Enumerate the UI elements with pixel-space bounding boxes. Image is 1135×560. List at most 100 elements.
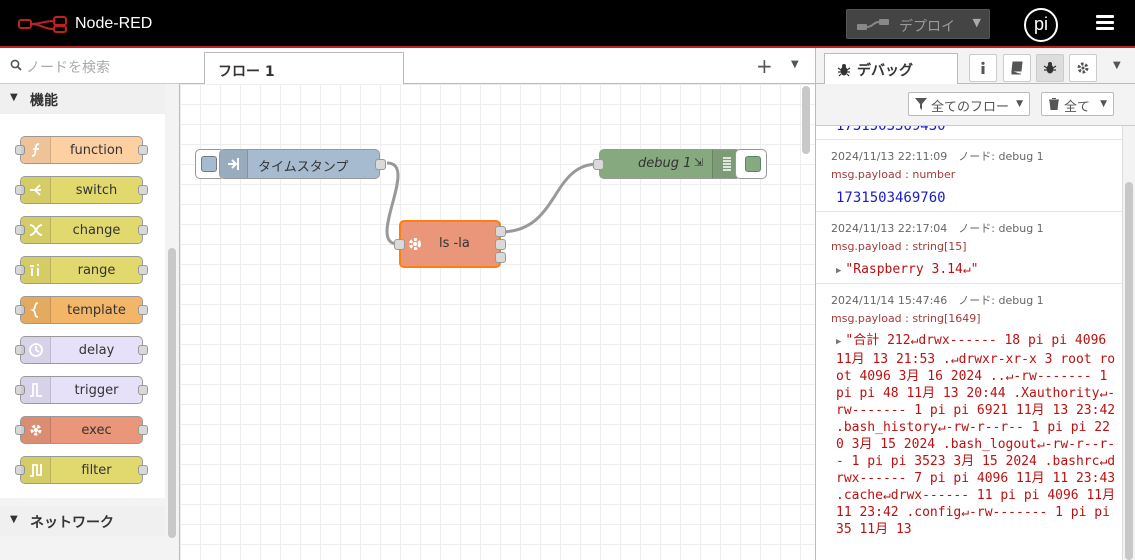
message-value-row[interactable]: ▶ "合計 212↵drwx------ 18 pi pi 4096 11月 13… xyxy=(836,332,1116,538)
workspace-vertical-scrollbar[interactable] xyxy=(802,86,810,154)
chevron-down-icon[interactable]: ▼ xyxy=(791,59,799,70)
message-value-row[interactable]: ▶ "Raspberry 3.14↵" xyxy=(836,262,978,277)
message-value[interactable]: 1731503469760 xyxy=(836,190,946,206)
category-label: ネットワーク xyxy=(30,515,114,531)
debug-message[interactable]: 2024/11/14 15:47:46 ノード: debug 1 msg.pay… xyxy=(816,284,1122,560)
tab-debug[interactable]: デバッグ xyxy=(824,53,958,85)
node-palette: ノードを検索 ▼ 機能 function switch change range… xyxy=(0,48,180,560)
palette-node-filter[interactable]: filter xyxy=(15,456,148,484)
workspace: フロー 1 + ▼ タイムスタンプ ls -la debug 1 ⇲ xyxy=(180,48,815,560)
flow-node-debug[interactable]: debug 1 ⇲ xyxy=(593,149,741,179)
output-port-return[interactable] xyxy=(495,252,506,263)
output-port xyxy=(138,345,148,355)
add-flow-icon[interactable]: + xyxy=(756,54,773,78)
palette-node-label: delay xyxy=(78,343,115,358)
tab-label: フロー 1 xyxy=(218,64,275,80)
message-topic[interactable]: msg.payload : string[1649] xyxy=(831,312,981,325)
sidebar-scrollbar[interactable] xyxy=(1125,182,1133,560)
output-port xyxy=(138,185,148,195)
expand-triangle-icon[interactable]: ▶ xyxy=(836,337,841,347)
debug-toggle-button[interactable] xyxy=(735,149,767,179)
chevron-down-icon: ▼ xyxy=(10,92,18,103)
debug-message-truncated: 1731503369430 xyxy=(816,126,1122,140)
filter-icon xyxy=(915,98,927,110)
output-port xyxy=(138,465,148,475)
palette-search-input[interactable]: ノードを検索 xyxy=(0,48,180,84)
sidebar: デバッグ ▼ 全てのフロー ▼ 全て ▼ 1731503369430 2024/… xyxy=(815,48,1135,560)
palette-scrollbar[interactable] xyxy=(168,248,176,538)
palette-node-label: template xyxy=(67,303,126,318)
debug-target-icon: ⇲ xyxy=(694,156,704,169)
wire-exec-debug xyxy=(499,162,599,234)
debug-toolbar: 全てのフロー ▼ 全て ▼ xyxy=(816,84,1135,126)
output-port xyxy=(138,145,148,155)
function-icon xyxy=(21,137,51,163)
clear-messages-button[interactable]: 全て ▼ xyxy=(1041,92,1114,116)
user-avatar[interactable]: pi xyxy=(1024,8,1058,42)
palette-category-function[interactable]: ▼ 機能 xyxy=(0,84,165,114)
switch-icon xyxy=(21,177,51,203)
output-port xyxy=(138,425,148,435)
message-meta: 2024/11/13 22:11:09 ノード: debug 1 xyxy=(831,150,1044,163)
tab-config[interactable] xyxy=(1069,54,1097,82)
tab-info[interactable] xyxy=(969,54,997,82)
tab-debug-button[interactable] xyxy=(1036,54,1064,82)
palette-node-label: change xyxy=(72,223,121,238)
flow-canvas[interactable]: タイムスタンプ ls -la debug 1 ⇲ xyxy=(180,84,815,560)
message-topic[interactable]: msg.payload : string[15] xyxy=(831,240,967,253)
bug-icon xyxy=(1043,62,1057,74)
deploy-label: デプロイ xyxy=(899,19,955,35)
message-topic[interactable]: msg.payload : number xyxy=(831,168,955,181)
debug-message[interactable]: 2024/11/13 22:11:09 ノード: debug 1 msg.pay… xyxy=(816,140,1122,212)
palette-node-template[interactable]: template xyxy=(15,296,148,324)
flow-node-label: ls -la xyxy=(439,236,470,251)
palette-node-trigger[interactable]: trigger xyxy=(15,376,148,404)
tab-label: デバッグ xyxy=(857,63,913,79)
palette-node-switch[interactable]: switch xyxy=(15,176,148,204)
output-port-stdout[interactable] xyxy=(495,226,506,237)
tab-flow-1[interactable]: フロー 1 xyxy=(204,52,404,85)
filter-flows-button[interactable]: 全てのフロー ▼ xyxy=(908,92,1030,116)
flow-node-exec[interactable]: ls -la xyxy=(394,220,506,268)
output-port xyxy=(138,385,148,395)
gear-icon xyxy=(1077,62,1089,74)
palette-node-range[interactable]: range xyxy=(15,256,148,284)
deploy-button[interactable]: デプロイ ▼ xyxy=(846,9,990,39)
exec-icon xyxy=(21,417,51,443)
chevron-down-icon: ▼ xyxy=(1016,99,1023,109)
palette-scroll-area: ▼ 機能 function switch change range templa… xyxy=(0,84,180,560)
header-bar: Node-RED デプロイ ▼ pi xyxy=(0,0,1135,48)
chevron-down-icon: ▼ xyxy=(1100,99,1107,109)
search-icon xyxy=(10,59,22,71)
message-value: 1731503369430 xyxy=(836,126,946,134)
output-port[interactable] xyxy=(375,159,386,170)
output-port xyxy=(138,225,148,235)
flow-node-inject[interactable]: タイムスタンプ xyxy=(219,149,386,179)
node-red-logo-icon xyxy=(18,16,67,33)
palette-node-function[interactable]: function xyxy=(15,136,148,164)
palette-category-network[interactable]: ▼ ネットワーク xyxy=(0,506,165,536)
chevron-down-icon[interactable]: ▼ xyxy=(973,16,981,29)
message-value: "Raspberry 3.14↵" xyxy=(845,262,979,277)
chevron-down-icon: ▼ xyxy=(10,514,18,525)
palette-node-exec[interactable]: exec xyxy=(15,416,148,444)
app-title: Node-RED xyxy=(75,15,153,32)
palette-node-delay[interactable]: delay xyxy=(15,336,148,364)
output-port-stderr[interactable] xyxy=(495,239,506,250)
message-meta: 2024/11/13 22:17:04 ノード: debug 1 xyxy=(831,222,1044,235)
template-icon xyxy=(21,297,51,323)
flow-node-label: タイムスタンプ xyxy=(258,160,349,175)
hamburger-menu-icon[interactable] xyxy=(1096,15,1114,33)
tab-help[interactable] xyxy=(1003,54,1031,82)
expand-triangle-icon[interactable]: ▶ xyxy=(836,266,841,276)
input-port[interactable] xyxy=(593,159,604,170)
debug-message[interactable]: 2024/11/13 22:17:04 ノード: debug 1 msg.pay… xyxy=(816,212,1122,284)
output-port xyxy=(138,265,148,275)
palette-node-change[interactable]: change xyxy=(15,216,148,244)
delay-icon xyxy=(21,337,51,363)
clear-label: 全て xyxy=(1064,100,1091,115)
palette-category-body: function switch change range template de… xyxy=(0,114,165,498)
search-placeholder: ノードを検索 xyxy=(26,60,110,76)
debug-message-list[interactable]: 1731503369430 2024/11/13 22:11:09 ノード: d… xyxy=(816,126,1122,560)
chevron-down-icon[interactable]: ▼ xyxy=(1113,60,1121,71)
